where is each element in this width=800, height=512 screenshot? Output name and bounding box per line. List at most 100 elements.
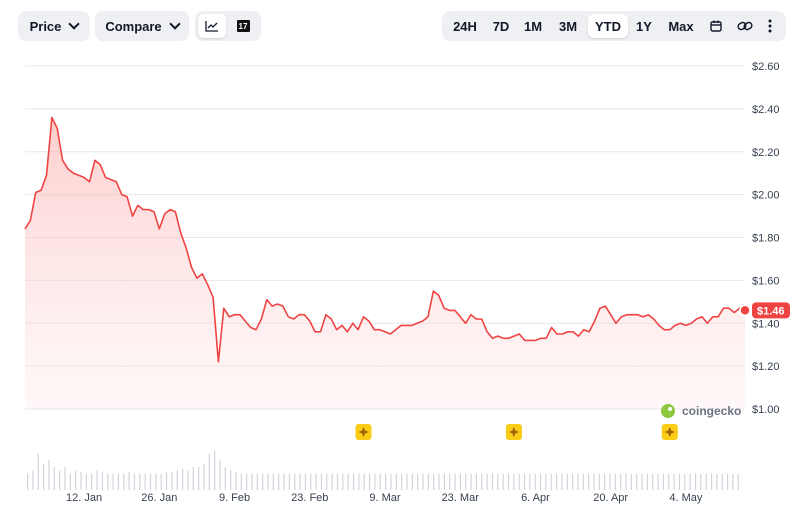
current-price-badge-text: $1.46: [757, 305, 785, 317]
volume-bar: [582, 473, 584, 490]
volume-bar: [454, 473, 456, 490]
coingecko-logo-eye: [668, 407, 672, 411]
volume-bar: [69, 473, 71, 490]
volume-bar: [561, 473, 563, 490]
volume-bar: [470, 473, 472, 490]
volume-bar: [294, 473, 296, 490]
y-tick-label: $2.60: [752, 61, 780, 73]
volume-bar: [625, 473, 627, 490]
volume-bar: [609, 473, 611, 490]
volume-bar: [197, 467, 200, 490]
volume-bar: [96, 470, 98, 490]
y-tick-label: $1.00: [752, 404, 780, 416]
price-area: [25, 117, 745, 409]
volume-bar: [91, 473, 93, 490]
volume-bar: [465, 473, 467, 490]
volume-bar: [240, 473, 242, 490]
volume-bar: [64, 467, 66, 490]
volume-bar: [401, 473, 403, 490]
volume-bar: [433, 473, 435, 490]
volume-bar: [149, 473, 152, 490]
y-tick-label: $2.00: [752, 190, 780, 202]
y-tick-label: $2.40: [752, 104, 780, 116]
volume-bar: [251, 473, 253, 490]
volume-bar: [406, 473, 408, 490]
coingecko-watermark-text: coingecko: [682, 404, 741, 418]
volume-bar: [662, 473, 665, 490]
volume-bar: [395, 473, 397, 490]
volume-bar: [577, 473, 579, 490]
volume-bar: [710, 473, 713, 490]
volume-bar: [363, 473, 365, 490]
volume-bar: [555, 473, 558, 490]
volume-bar: [27, 473, 29, 490]
volume-bar: [726, 473, 729, 490]
volume-bar: [256, 473, 258, 490]
volume-bar: [673, 473, 675, 490]
event-marker: [661, 424, 678, 440]
current-price-badge: $1.46: [739, 302, 790, 319]
volume-bar: [684, 473, 686, 490]
volume-bar: [48, 460, 50, 490]
volume-bar: [262, 473, 264, 490]
volume-bar: [85, 473, 87, 490]
volume-bar: [657, 473, 659, 490]
volume-bar: [598, 473, 600, 490]
volume-bar: [32, 470, 34, 490]
volume-bar: [700, 473, 702, 490]
event-marker: [505, 424, 522, 440]
volume-bar: [630, 473, 632, 490]
volume-bar: [572, 473, 574, 490]
volume-bar: [385, 473, 387, 490]
volume-bar: [315, 473, 317, 490]
volume-bar: [449, 473, 451, 490]
volume-bar: [705, 473, 707, 490]
volume-bar: [80, 472, 82, 490]
volume-bar: [518, 473, 520, 490]
volume-bar: [534, 473, 536, 490]
volume-bar: [358, 473, 360, 490]
volume-bar: [721, 473, 723, 490]
event-marker: [355, 424, 372, 440]
y-tick-label: $1.20: [752, 361, 780, 373]
volume-bar: [181, 468, 184, 490]
volume-bar: [165, 472, 168, 490]
volume-bar: [176, 470, 178, 490]
volume-bar: [646, 473, 649, 490]
volume-bar: [59, 470, 61, 490]
volume-bar: [144, 473, 146, 490]
volume-bar: [368, 473, 371, 490]
volume-bar: [694, 473, 697, 490]
volume-bar: [737, 473, 739, 490]
volume-bar: [123, 473, 125, 490]
volume-bar: [128, 472, 130, 490]
volume-bar: [230, 470, 232, 490]
volume-bar: [641, 473, 643, 490]
volume-bar: [502, 473, 504, 490]
volume-bar: [267, 473, 269, 490]
x-tick-label: 9. Feb: [219, 492, 250, 504]
volume-bar: [689, 473, 691, 490]
volume-bar: [272, 473, 274, 490]
volume-bar: [304, 473, 307, 490]
volume-bar: [133, 473, 136, 490]
y-axis-labels: $2.60 $2.40 $2.20 $2.00 $1.80 $1.60 $1.40 $1.20…: [752, 61, 780, 416]
volume-bar: [716, 473, 718, 490]
volume-bar: [379, 473, 381, 490]
volume-bar: [513, 473, 515, 490]
event-markers: [355, 424, 678, 440]
volume-bar: [374, 473, 376, 490]
x-tick-label: 12. Jan: [66, 492, 102, 504]
volume-bar: [139, 473, 141, 490]
volume-bar: [604, 473, 606, 490]
price-chart: $2.60 $2.40 $2.20 $2.00 $1.80 $1.60 $1.40 $1.20…: [24, 61, 790, 504]
volume-bar: [652, 473, 654, 490]
volume-bar: [326, 473, 328, 490]
volume-bar: [342, 473, 344, 490]
volume-bar: [112, 473, 114, 490]
volume-bar: [278, 473, 280, 490]
x-tick-label: 23. Feb: [291, 492, 328, 504]
volume-bar: [668, 473, 670, 490]
volume-bar: [475, 473, 478, 490]
volume-bar: [678, 473, 681, 490]
